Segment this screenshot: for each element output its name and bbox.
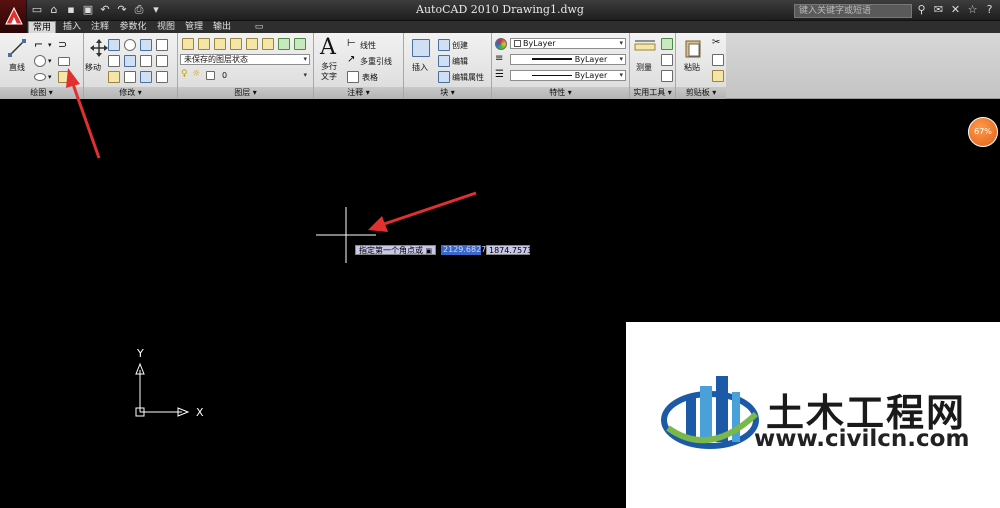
watermark: 土木工程网 www.civilcn.com bbox=[626, 322, 1000, 508]
watermark-logo bbox=[661, 376, 759, 449]
watermark-url: www.civilcn.com bbox=[754, 426, 970, 452]
